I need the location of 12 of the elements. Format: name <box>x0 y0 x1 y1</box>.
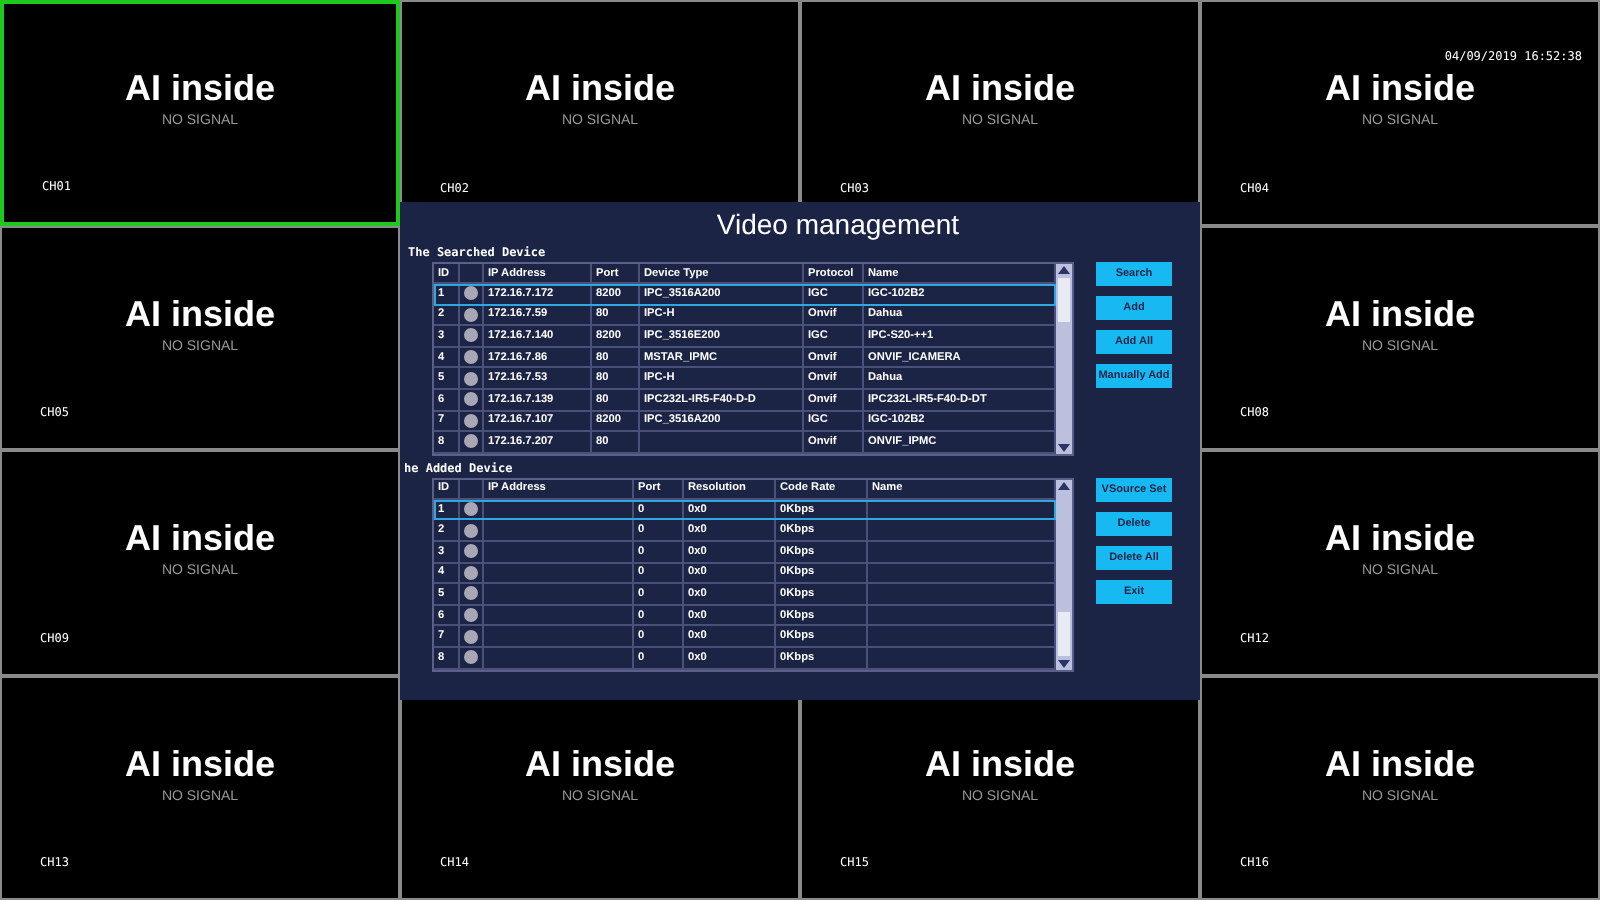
tile-title: AI inside <box>124 68 275 111</box>
tile-title: AI inside <box>524 743 675 786</box>
tile-title: AI inside <box>1324 518 1475 561</box>
tile-title: AI inside <box>1324 293 1475 336</box>
tile-title: AI inside <box>924 743 1075 786</box>
tile-title: AI inside <box>1324 743 1475 786</box>
tile-title: AI inside <box>524 68 675 111</box>
tile-title: AI inside <box>124 518 275 561</box>
tile-title: AI inside <box>1324 68 1475 111</box>
tile-title: AI inside <box>124 293 275 336</box>
tile-title: AI inside <box>924 68 1075 111</box>
tile-title: AI inside <box>124 743 275 786</box>
